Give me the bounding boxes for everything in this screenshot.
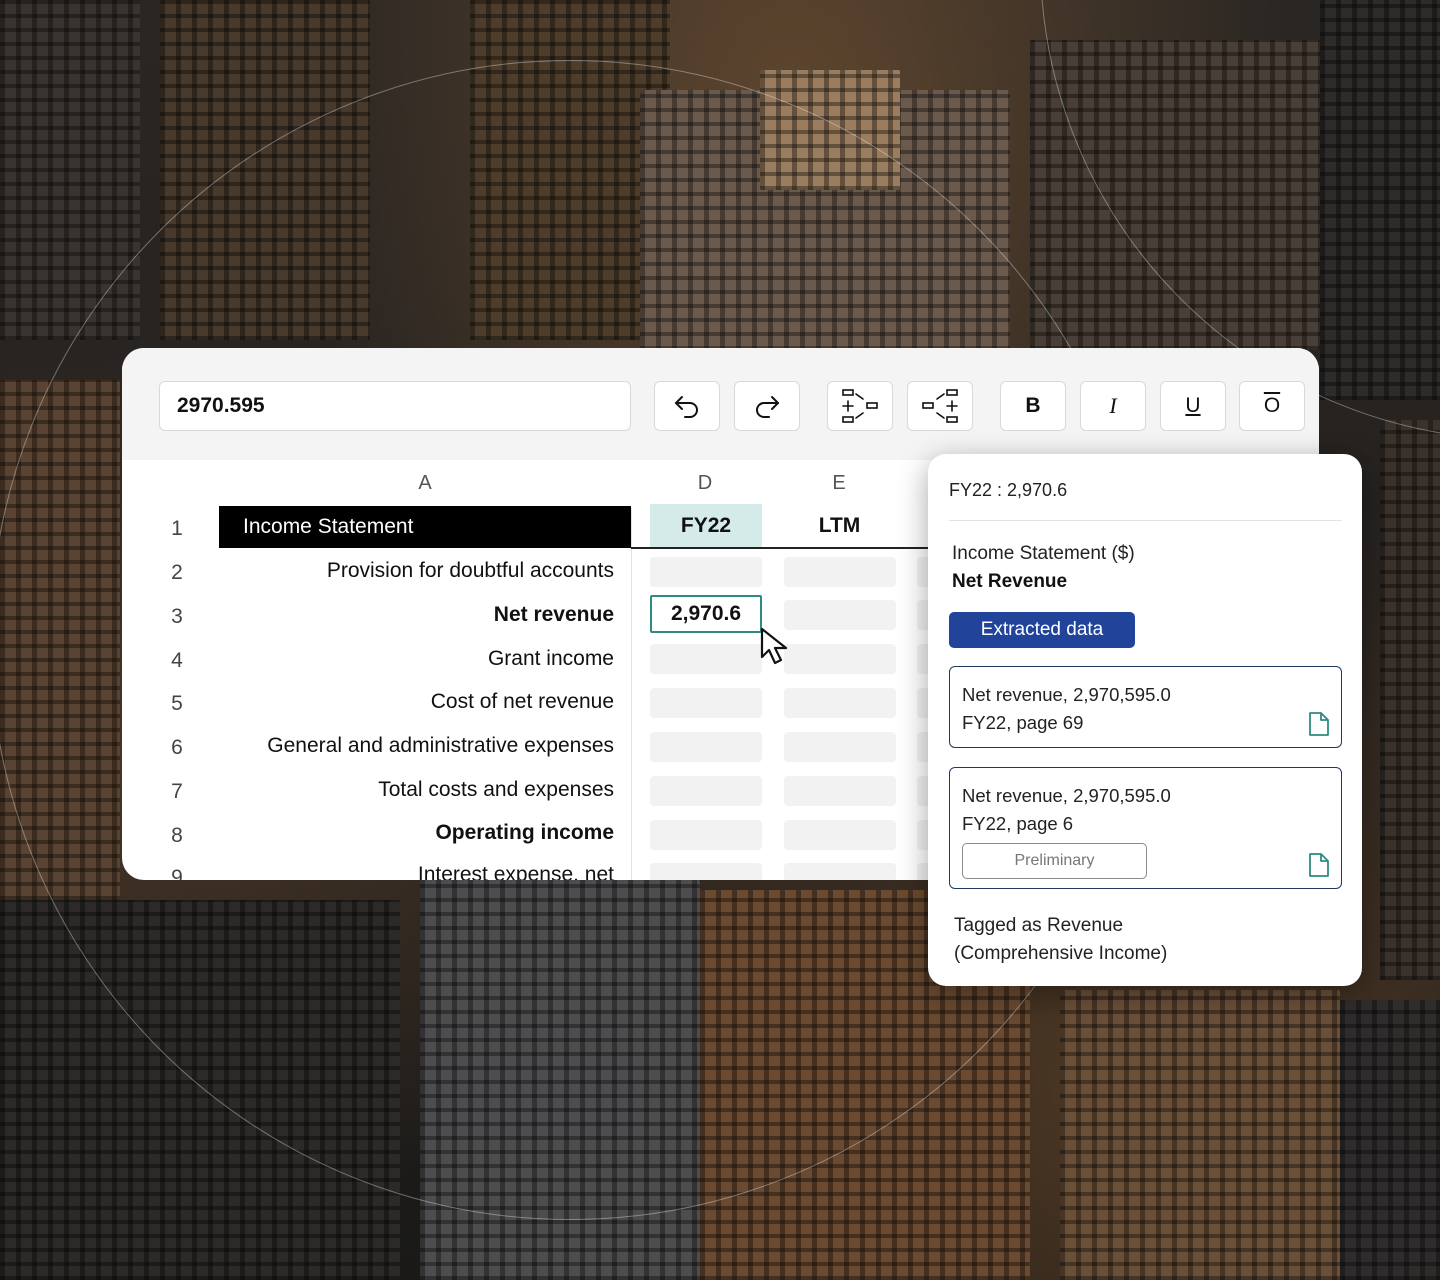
source-reference: FY22, page 69 [962,712,1084,733]
cell-e2[interactable] [784,557,896,587]
cell-e6[interactable] [784,732,896,762]
cell-e8[interactable] [784,820,896,850]
row-number[interactable]: 2 [162,561,192,585]
insert-column-icon [922,389,958,423]
popup-header: FY22 : 2,970.6 [949,480,1068,500]
row-label-interest-expense[interactable]: Interest expense, net [219,863,614,880]
income-statement-header-cell[interactable]: Income Statement [219,506,631,548]
row-label-net-revenue[interactable]: Net revenue [219,603,614,627]
row-number[interactable]: 7 [162,780,192,804]
insert-row-icon [842,389,878,423]
column-divider [631,508,632,880]
toolbar: 2970.595 B I U O [122,348,1319,460]
source-value: Net revenue, 2,970,595.0 [962,684,1171,705]
cell-d4[interactable] [650,644,762,674]
document-icon[interactable] [1308,852,1330,878]
row-number[interactable]: 3 [162,605,192,629]
popup-divider [949,520,1342,521]
column-header-a[interactable]: A [410,472,440,495]
row-label-total-costs[interactable]: Total costs and expenses [219,778,614,802]
cell-e3[interactable] [784,600,896,630]
row-number[interactable]: 4 [162,649,192,673]
cell-e7[interactable] [784,776,896,806]
tag-line: Tagged as Revenue [954,915,1124,936]
header-underline [631,547,931,549]
underline-button[interactable]: U [1160,381,1226,431]
extracted-data-button[interactable]: Extracted data [949,612,1135,648]
row-label-general-admin[interactable]: General and administrative expenses [219,734,614,758]
italic-button[interactable]: I [1080,381,1146,431]
cell-d8[interactable] [650,820,762,850]
row-label-cost-of-net-revenue[interactable]: Cost of net revenue [219,690,614,714]
data-detail-popup: FY22 : 2,970.6 Income Statement ($) Net … [928,454,1362,986]
undo-icon [675,396,698,418]
source-reference: FY22, page 6 [962,813,1074,834]
row-label-grant-income[interactable]: Grant income [219,647,614,671]
ltm-header-cell[interactable]: LTM [782,504,897,548]
preliminary-badge[interactable]: Preliminary [962,843,1147,879]
row-number[interactable]: 5 [162,692,192,716]
popup-section-subtitle: Net Revenue [952,571,1068,592]
insert-column-button[interactable] [907,381,973,431]
row-number[interactable]: 6 [162,736,192,760]
row-number[interactable]: 9 [162,866,192,880]
row-label-provision[interactable]: Provision for doubtful accounts [219,559,614,583]
row-number[interactable]: 8 [162,824,192,848]
cell-e4[interactable] [784,644,896,674]
source-card[interactable]: Net revenue, 2,970,595.0 FY22, page 6 Pr… [949,767,1342,889]
bold-button[interactable]: B [1000,381,1066,431]
redo-button[interactable] [734,381,800,431]
insert-row-button[interactable] [827,381,893,431]
document-icon[interactable] [1308,711,1330,737]
cell-e9[interactable] [784,863,896,880]
undo-button[interactable] [654,381,720,431]
cell-e5[interactable] [784,688,896,718]
tag-line: (Comprehensive Income) [954,943,1168,964]
cursor-icon [760,627,788,665]
popup-section-title: Income Statement ($) [952,543,1135,564]
fy22-header-cell[interactable]: FY22 [650,504,762,548]
cell-d5[interactable] [650,688,762,718]
redo-icon [756,396,779,418]
column-header-e[interactable]: E [824,472,854,495]
cell-d2[interactable] [650,557,762,587]
formula-bar-input[interactable]: 2970.595 [159,381,631,431]
cell-d6[interactable] [650,732,762,762]
row-number[interactable]: 1 [162,517,192,541]
selected-cell-d3[interactable]: 2,970.6 [650,595,762,633]
cell-d7[interactable] [650,776,762,806]
overline-button[interactable]: O [1239,381,1305,431]
tag-info: Tagged as Revenue (Comprehensive Income) [954,912,1167,968]
source-value: Net revenue, 2,970,595.0 [962,785,1171,806]
row-label-operating-income[interactable]: Operating income [219,821,614,845]
cell-d9[interactable] [650,863,762,880]
source-card[interactable]: Net revenue, 2,970,595.0 FY22, page 69 [949,666,1342,748]
column-header-d[interactable]: D [690,472,720,495]
